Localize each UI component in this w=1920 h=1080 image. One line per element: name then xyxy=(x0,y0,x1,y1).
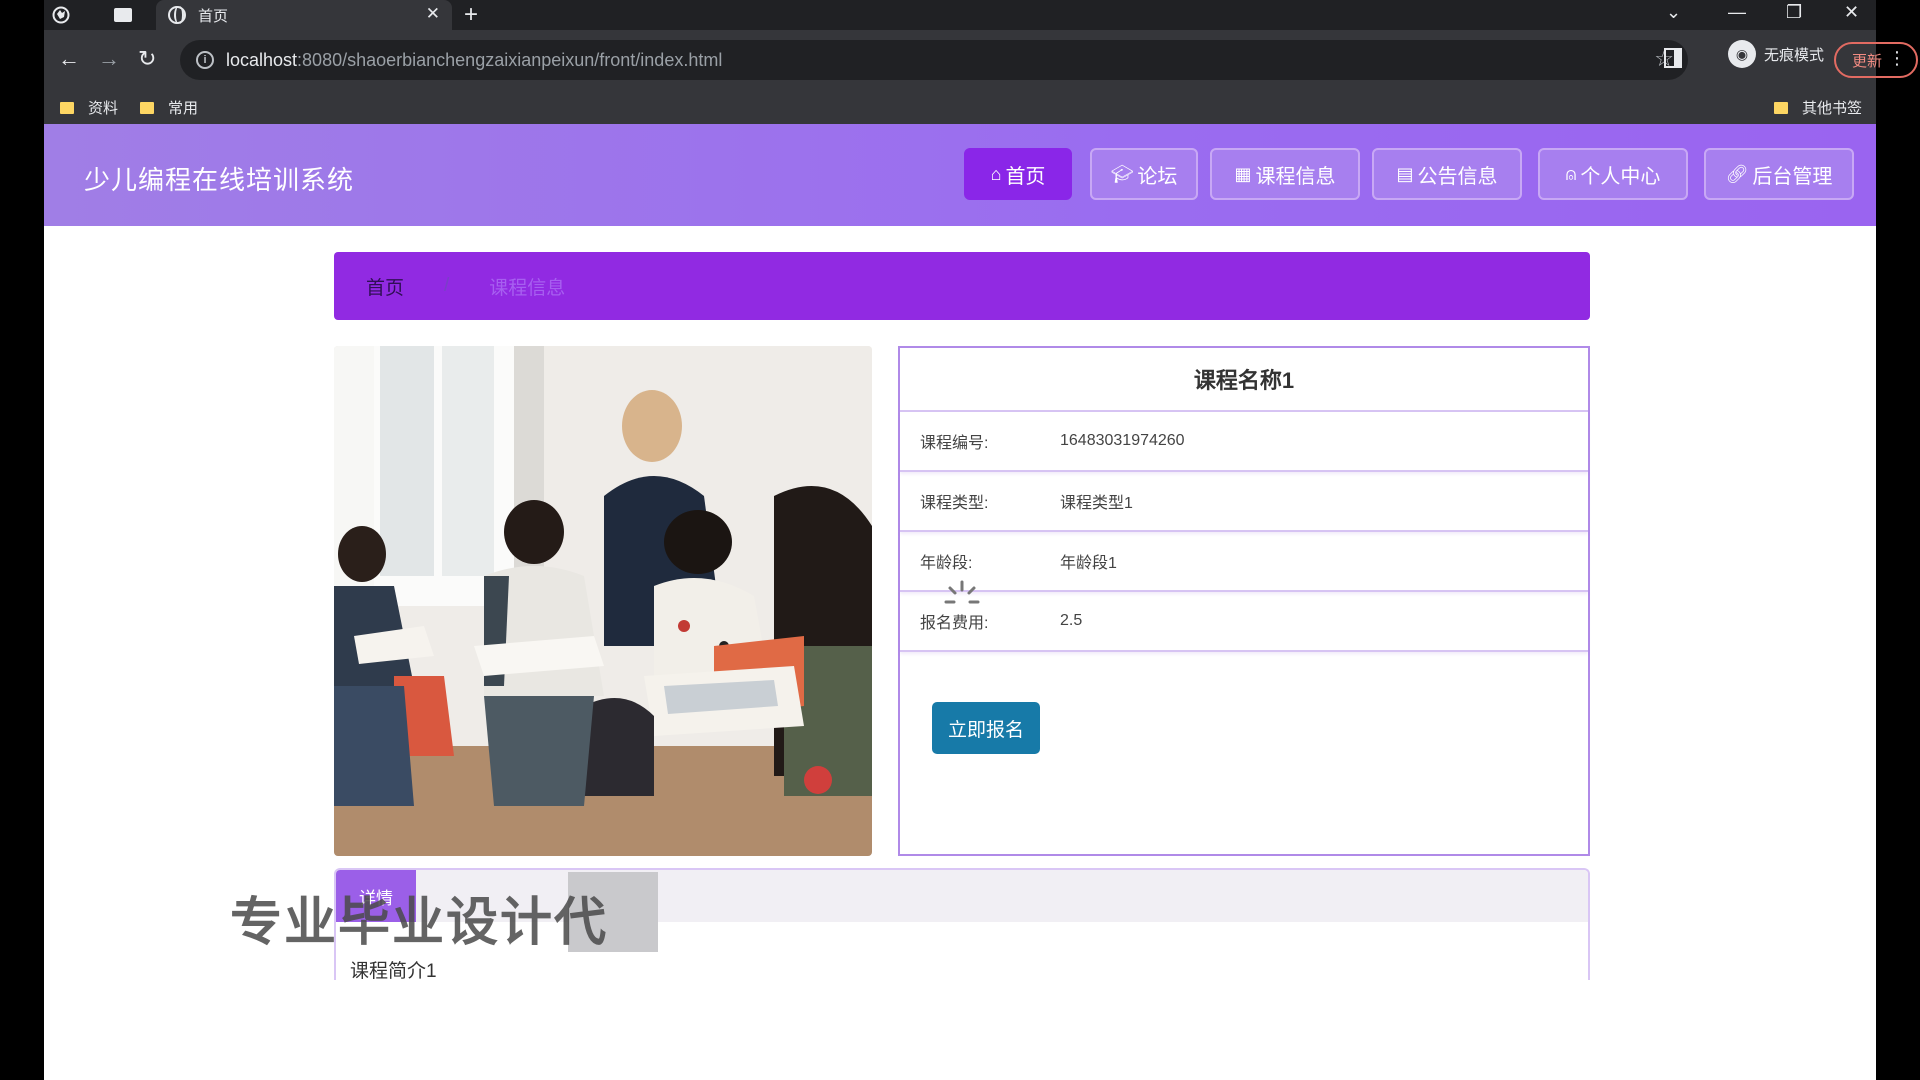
course-field-row: 年龄段: 年龄段1 xyxy=(900,532,1588,592)
course-image xyxy=(334,346,872,856)
update-button[interactable]: 更新 ⋮ xyxy=(1834,42,1918,78)
window-close-icon[interactable]: ✕ xyxy=(1844,2,1859,23)
nav-personal-center[interactable]: ⍝ 个人中心 xyxy=(1538,148,1688,200)
graduation-cap-icon: 🎓︎ xyxy=(1110,163,1134,184)
breadcrumb-separator: / xyxy=(444,275,450,296)
reload-icon[interactable]: ↻ xyxy=(138,46,156,72)
course-field-row: 课程编号: 16483031974260 xyxy=(900,412,1588,472)
forward-icon[interactable]: → xyxy=(98,46,120,72)
nav-label: 公告信息 xyxy=(1417,165,1498,188)
site-header: 少儿编程在线培训系统 ⌂ 首页 🎓︎ 论坛 ▦ 课程信息 ▤ 公告信息 ⍝ 个人中心 🔗︎… xyxy=(44,124,1876,226)
bookmark-folder-ziliao[interactable]: 资料 xyxy=(60,97,118,118)
link-icon: 🔗︎ xyxy=(1725,163,1749,184)
url-host: localhost xyxy=(226,49,298,70)
new-tab-button[interactable]: + xyxy=(464,1,478,29)
chevron-down-icon[interactable]: ⌄ xyxy=(1666,2,1681,23)
course-intro-text: 课程简介1 xyxy=(350,961,437,980)
field-label: 报名费用: xyxy=(920,615,989,632)
url-input[interactable]: i localhost:8080/shaoerbianchengzaixianp… xyxy=(180,40,1688,80)
course-field-row: 报名费用: 2.5 xyxy=(900,592,1588,652)
update-label: 更新 xyxy=(1852,52,1883,70)
field-value: 2.5 xyxy=(1060,612,1083,629)
tab-home[interactable]: 首页 ✕ xyxy=(156,0,452,30)
incognito-indicator[interactable]: ◉ 无痕模式 xyxy=(1710,40,1824,68)
restore-icon[interactable]: ❐ xyxy=(1786,2,1802,23)
tab-title: 首页 xyxy=(198,7,229,25)
nav-label: 论坛 xyxy=(1137,165,1178,188)
nav-label: 课程信息 xyxy=(1255,165,1336,188)
watermark-overlay: 专业毕业设计代 xyxy=(230,893,609,953)
tab-search-icon[interactable] xyxy=(50,4,72,26)
other-bookmarks[interactable]: 其他书签 xyxy=(1774,97,1862,118)
field-label: 课程类型: xyxy=(920,495,989,512)
field-value: 16483031974260 xyxy=(1060,432,1185,449)
folder-icon xyxy=(140,101,154,114)
side-panel-icon[interactable] xyxy=(1664,48,1682,68)
breadcrumb: 首页 / 课程信息 xyxy=(334,252,1590,320)
clipboard-icon: ▤ xyxy=(1396,163,1414,184)
globe-icon xyxy=(168,6,186,24)
course-info-card: 课程名称1 课程编号: 16483031974260 课程类型: 课程类型1 年… xyxy=(898,346,1590,856)
loading-spinner-icon xyxy=(942,580,982,608)
minimize-icon[interactable]: — xyxy=(1728,2,1746,23)
close-icon[interactable]: ✕ xyxy=(426,4,440,24)
nav-forum[interactable]: 🎓︎ 论坛 xyxy=(1090,148,1198,200)
folder-icon xyxy=(1774,101,1788,114)
breadcrumb-current: 课程信息 xyxy=(489,277,566,299)
site-info-icon[interactable]: i xyxy=(196,51,214,69)
other-bookmarks-label: 其他书签 xyxy=(1802,100,1863,117)
incognito-icon: ◉ xyxy=(1728,40,1756,68)
site-title: 少儿编程在线培训系统 xyxy=(84,165,355,195)
nav-admin[interactable]: 🔗︎ 后台管理 xyxy=(1704,148,1854,200)
menu-dots-icon[interactable]: ⋮ xyxy=(1888,48,1906,69)
back-icon[interactable]: ← xyxy=(58,46,80,72)
user-icon: ⍝ xyxy=(1565,163,1577,184)
course-name: 课程名称1 xyxy=(900,348,1588,412)
bookmark-label: 常用 xyxy=(168,100,199,117)
browser-tab-bar: 首页 ✕ + ⌄ — ❐ ✕ xyxy=(44,0,1876,30)
folder-icon xyxy=(60,101,74,114)
incognito-label: 无痕模式 xyxy=(1764,46,1825,64)
nav-announcements[interactable]: ▤ 公告信息 xyxy=(1372,148,1522,200)
field-value: 课程类型1 xyxy=(1060,495,1133,512)
field-label: 课程编号: xyxy=(920,435,989,452)
building-icon: ▦ xyxy=(1234,163,1252,184)
course-field-row: 课程类型: 课程类型1 xyxy=(900,472,1588,532)
bookmark-folder-changyong[interactable]: 常用 xyxy=(140,97,198,118)
home-icon: ⌂ xyxy=(990,163,1002,184)
nav-label: 个人中心 xyxy=(1580,165,1661,188)
nav-label: 首页 xyxy=(1005,165,1046,188)
enroll-button[interactable]: 立即报名 xyxy=(932,702,1040,754)
address-bar-row: ← → ↻ i localhost:8080/shaoerbianchengza… xyxy=(44,30,1918,90)
nav-label: 后台管理 xyxy=(1752,165,1833,188)
field-value: 年龄段1 xyxy=(1060,555,1117,572)
bookmarks-bar: 资料 常用 其他书签 xyxy=(44,90,1876,124)
url-path: :8080/shaoerbianchengzaixianpeixun/front… xyxy=(297,49,723,70)
nav-course-info[interactable]: ▦ 课程信息 xyxy=(1210,148,1360,200)
breadcrumb-home[interactable]: 首页 xyxy=(366,273,404,300)
nav-home[interactable]: ⌂ 首页 xyxy=(964,148,1072,200)
tab-group-icon[interactable] xyxy=(112,4,134,26)
bookmark-label: 资料 xyxy=(88,100,119,117)
field-label: 年龄段: xyxy=(920,555,973,572)
